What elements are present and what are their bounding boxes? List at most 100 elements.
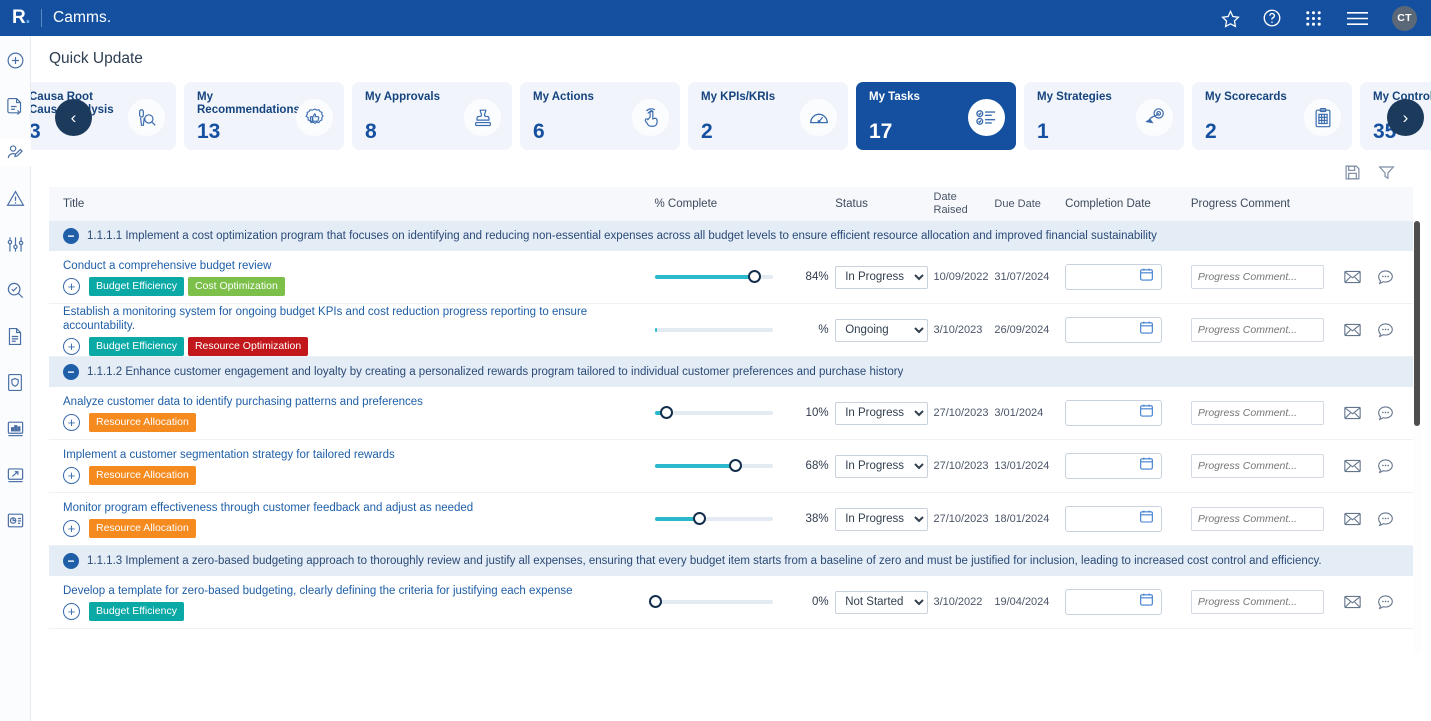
task-tag[interactable]: Budget Efficiency [89, 337, 184, 356]
task-name[interactable]: Analyze customer data to identify purcha… [63, 395, 647, 409]
expand-task-button[interactable]: + [63, 414, 80, 431]
kpi-card-my-tasks[interactable]: My Tasks17 [856, 82, 1016, 150]
comment-icon[interactable] [1377, 594, 1394, 611]
comment-icon[interactable] [1377, 511, 1394, 528]
progress-comment-cell [1191, 318, 1338, 342]
expand-task-button[interactable]: + [63, 338, 80, 355]
progress-comment-input[interactable] [1191, 454, 1324, 478]
policy-shield-icon[interactable] [0, 369, 31, 396]
add-new-icon[interactable] [0, 47, 31, 74]
help-icon[interactable] [1262, 8, 1282, 28]
audit-search-icon[interactable] [0, 277, 31, 304]
analytics-chart-icon[interactable] [0, 415, 31, 442]
star-icon[interactable] [1221, 9, 1240, 28]
kpi-card-my-scorecards[interactable]: My Scorecards2 [1192, 82, 1352, 150]
task-tag[interactable]: Budget Efficiency [89, 277, 184, 296]
status-select[interactable]: Not StartedIn ProgressOngoingCompleted [835, 319, 928, 342]
task-name[interactable]: Develop a template for zero-based budget… [63, 584, 647, 598]
status-select[interactable]: Not StartedIn ProgressOngoingCompleted [835, 455, 928, 478]
percent-complete-slider[interactable] [655, 510, 773, 528]
email-icon[interactable] [1344, 595, 1361, 609]
percent-complete-slider[interactable] [655, 321, 773, 339]
collapse-group-button[interactable]: − [63, 364, 79, 380]
filter-funnel-icon[interactable] [1378, 164, 1395, 181]
settings-sliders-icon[interactable] [0, 231, 31, 258]
expand-task-button[interactable]: + [63, 278, 80, 295]
table-scrollbar-thumb[interactable] [1414, 221, 1420, 426]
cards-next-button[interactable]: › [1387, 99, 1424, 136]
kpi-card-my-kpis-kris[interactable]: My KPIs/KRIs2 [688, 82, 848, 150]
slider-knob[interactable] [693, 512, 706, 525]
task-tag[interactable]: Resource Allocation [89, 466, 196, 485]
email-icon[interactable] [1344, 323, 1361, 337]
document-icon[interactable] [0, 323, 31, 350]
progress-comment-input[interactable] [1191, 507, 1324, 531]
comment-icon[interactable] [1377, 322, 1394, 339]
kpi-card-my-approvals[interactable]: My Approvals8 [352, 82, 512, 150]
table-row: Implement a customer segmentation strate… [49, 440, 1413, 493]
email-icon[interactable] [1344, 459, 1361, 473]
task-tag[interactable]: Resource Allocation [89, 413, 196, 432]
slider-knob[interactable] [660, 406, 673, 419]
percent-complete-slider[interactable] [655, 404, 773, 422]
performance-arrow-icon[interactable] [0, 461, 31, 488]
user-edit-icon[interactable] [0, 139, 31, 166]
kpi-card-my-strategies[interactable]: My Strategies1 [1024, 82, 1184, 150]
percent-complete-slider[interactable] [655, 457, 773, 475]
email-icon[interactable] [1344, 406, 1361, 420]
risk-warning-icon[interactable] [0, 185, 31, 212]
status-select[interactable]: Not StartedIn ProgressOngoingCompleted [835, 508, 928, 531]
comment-icon[interactable] [1377, 405, 1394, 422]
completion-date-picker[interactable] [1065, 400, 1162, 426]
document-export-icon[interactable] [0, 93, 31, 120]
group-header-row: −1.1.1.3 Implement a zero-based budgetin… [49, 546, 1413, 576]
save-floppy-icon[interactable] [1344, 164, 1361, 181]
row-actions [1338, 458, 1413, 475]
apps-grid-icon[interactable] [1304, 9, 1323, 28]
task-tag[interactable]: Resource Allocation [89, 519, 196, 538]
collapse-group-button[interactable]: − [63, 228, 79, 244]
completion-date-picker[interactable] [1065, 506, 1162, 532]
progress-comment-input[interactable] [1191, 401, 1324, 425]
avatar[interactable]: CT [1392, 6, 1417, 31]
table-scrollbar[interactable] [1413, 221, 1421, 653]
table-row: Conduct a comprehensive budget review + Bu… [49, 251, 1413, 304]
task-name[interactable]: Implement a customer segmentation strate… [63, 448, 647, 462]
task-name[interactable]: Conduct a comprehensive budget review [63, 259, 647, 273]
slider-knob[interactable] [729, 459, 742, 472]
email-icon[interactable] [1344, 270, 1361, 284]
slider-knob[interactable] [748, 270, 761, 283]
task-tag[interactable]: Resource Optimization [188, 337, 308, 356]
progress-comment-input[interactable] [1191, 318, 1324, 342]
task-name[interactable]: Establish a monitoring system for ongoin… [63, 305, 647, 333]
kpi-card-causa-root-cause-analysis[interactable]: Causa Root Cause Analysis3 [16, 82, 176, 150]
report-dashboard-icon[interactable] [0, 507, 31, 534]
percent-complete-slider[interactable] [655, 593, 773, 611]
expand-task-button[interactable]: + [63, 520, 80, 537]
task-tag[interactable]: Budget Efficiency [89, 602, 184, 621]
collapse-group-button[interactable]: − [63, 553, 79, 569]
completion-date-picker[interactable] [1065, 453, 1162, 479]
status-select[interactable]: Not StartedIn ProgressOngoingCompleted [835, 402, 928, 425]
expand-task-button[interactable]: + [63, 467, 80, 484]
cards-prev-button[interactable]: ‹ [55, 99, 92, 136]
task-name[interactable]: Monitor program effectiveness through cu… [63, 501, 647, 515]
progress-comment-input[interactable] [1191, 590, 1324, 614]
kpi-card-my-actions[interactable]: My Actions6 [520, 82, 680, 150]
percent-complete-slider[interactable] [655, 268, 773, 286]
task-tag[interactable]: Cost Optimization [188, 277, 285, 296]
status-select[interactable]: Not StartedIn ProgressOngoingCompleted [835, 266, 928, 289]
completion-date-picker[interactable] [1065, 317, 1162, 343]
expand-task-button[interactable]: + [63, 603, 80, 620]
completion-date-picker[interactable] [1065, 264, 1162, 290]
slider-knob[interactable] [649, 595, 662, 608]
comment-icon[interactable] [1377, 458, 1394, 475]
completion-date-picker[interactable] [1065, 589, 1162, 615]
kpi-card-my-recommendations[interactable]: My Recommendations13 [184, 82, 344, 150]
progress-comment-input[interactable] [1191, 265, 1324, 289]
status-select[interactable]: Not StartedIn ProgressOngoingCompleted [835, 591, 928, 614]
email-icon[interactable] [1344, 512, 1361, 526]
app-logo[interactable]: R. [12, 7, 30, 29]
menu-icon[interactable] [1345, 8, 1370, 29]
comment-icon[interactable] [1377, 269, 1394, 286]
